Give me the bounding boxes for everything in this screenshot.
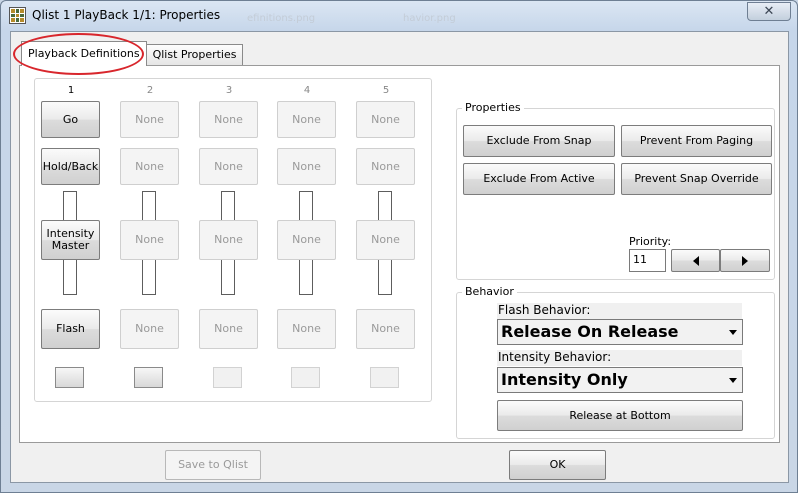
intensity-behavior-value: Intensity Only xyxy=(501,370,628,389)
group-label: Behavior xyxy=(462,285,517,298)
chevron-down-icon xyxy=(729,330,737,335)
go-button[interactable]: None xyxy=(120,101,179,138)
hold-back-button[interactable]: None xyxy=(356,148,415,185)
arrow-left-icon xyxy=(692,255,699,266)
flash-button[interactable]: Flash xyxy=(41,309,100,349)
arrow-right-icon xyxy=(742,255,748,266)
release-at-bottom-button[interactable]: Release at Bottom xyxy=(497,400,743,431)
background-window-title: havior.png xyxy=(403,13,456,24)
playback-indicator[interactable] xyxy=(213,367,242,388)
prevent-snap-override-button[interactable]: Prevent Snap Override xyxy=(621,163,772,195)
intensity-master-button[interactable]: Intensity Master xyxy=(41,220,100,260)
ok-button[interactable]: OK xyxy=(509,450,606,480)
close-button[interactable]: ✕ xyxy=(747,2,791,21)
intensity-master-button[interactable]: None xyxy=(356,220,415,260)
exclude-from-active-button[interactable]: Exclude From Active xyxy=(463,163,615,195)
playback-indicator[interactable] xyxy=(134,367,163,388)
flash-behavior-select[interactable]: Release On Release xyxy=(497,319,743,345)
tab-qlist-properties[interactable]: Qlist Properties xyxy=(145,44,244,66)
playback-column-2: 2 None None None None xyxy=(120,79,180,401)
tab-strip: Playback Definitions Qlist Properties xyxy=(21,39,244,66)
playback-indicator[interactable] xyxy=(55,367,84,388)
flash-button[interactable]: None xyxy=(120,309,179,349)
intensity-behavior-label: Intensity Behavior: xyxy=(497,350,742,366)
intensity-master-button[interactable]: None xyxy=(120,220,179,260)
intensity-master-button[interactable]: None xyxy=(277,220,336,260)
app-icon xyxy=(9,7,26,24)
flash-button[interactable]: None xyxy=(199,309,258,349)
hold-back-button[interactable]: None xyxy=(277,148,336,185)
behavior-group: Behavior Flash Behavior: Release On Rele… xyxy=(456,285,775,439)
title-bar: Qlist 1 PlayBack 1/1: Properties efiniti… xyxy=(1,1,797,31)
intensity-behavior-select[interactable]: Intensity Only xyxy=(497,367,743,393)
hold-back-button[interactable]: Hold/Back xyxy=(41,148,100,185)
playback-column-5: 5 None None None None xyxy=(356,79,416,401)
priority-input[interactable]: 11 xyxy=(629,249,666,272)
properties-group: Properties Exclude From Snap Prevent Fro… xyxy=(456,101,775,280)
go-button[interactable]: None xyxy=(277,101,336,138)
column-number: 5 xyxy=(382,85,390,96)
hold-back-button[interactable]: None xyxy=(120,148,179,185)
column-number: 3 xyxy=(225,85,233,96)
prevent-from-paging-button[interactable]: Prevent From Paging xyxy=(621,125,772,157)
exclude-from-snap-button[interactable]: Exclude From Snap xyxy=(463,125,615,157)
group-label: Properties xyxy=(462,101,524,114)
go-button[interactable]: None xyxy=(356,101,415,138)
dialog-client: Playback Definitions Qlist Properties 1 … xyxy=(10,31,789,483)
column-number: 2 xyxy=(146,85,154,96)
go-button[interactable]: None xyxy=(199,101,258,138)
intensity-master-button[interactable]: None xyxy=(199,220,258,260)
tab-playback-definitions[interactable]: Playback Definitions xyxy=(21,41,147,66)
playback-column-3: 3 None None None None xyxy=(199,79,259,401)
flash-behavior-label: Flash Behavior: xyxy=(497,303,742,319)
close-icon: ✕ xyxy=(763,4,775,19)
hold-back-button[interactable]: None xyxy=(199,148,258,185)
playback-indicator[interactable] xyxy=(370,367,399,388)
go-button[interactable]: Go xyxy=(41,101,100,138)
playback-column-1: 1 Go Hold/Back Intensity Master Flash xyxy=(41,79,101,401)
window-title: Qlist 1 PlayBack 1/1: Properties xyxy=(32,8,221,22)
priority-increase-button[interactable] xyxy=(720,249,770,272)
properties-window: Qlist 1 PlayBack 1/1: Properties efiniti… xyxy=(0,0,798,493)
flash-button[interactable]: None xyxy=(277,309,336,349)
tab-panel: 1 Go Hold/Back Intensity Master Flash 2 … xyxy=(19,65,780,443)
save-to-qlist-button[interactable]: Save to Qlist xyxy=(165,450,261,480)
playback-definitions-group: 1 Go Hold/Back Intensity Master Flash 2 … xyxy=(34,78,432,402)
playback-column-4: 4 None None None None xyxy=(277,79,337,401)
background-window-title: efinitions.png xyxy=(247,13,316,24)
flash-behavior-value: Release On Release xyxy=(501,322,679,341)
column-number: 1 xyxy=(67,85,75,96)
playback-indicator[interactable] xyxy=(291,367,320,388)
flash-button[interactable]: None xyxy=(356,309,415,349)
chevron-down-icon xyxy=(729,378,737,383)
priority-label: Priority: xyxy=(629,235,672,248)
priority-decrease-button[interactable] xyxy=(671,249,720,272)
column-number: 4 xyxy=(303,85,311,96)
